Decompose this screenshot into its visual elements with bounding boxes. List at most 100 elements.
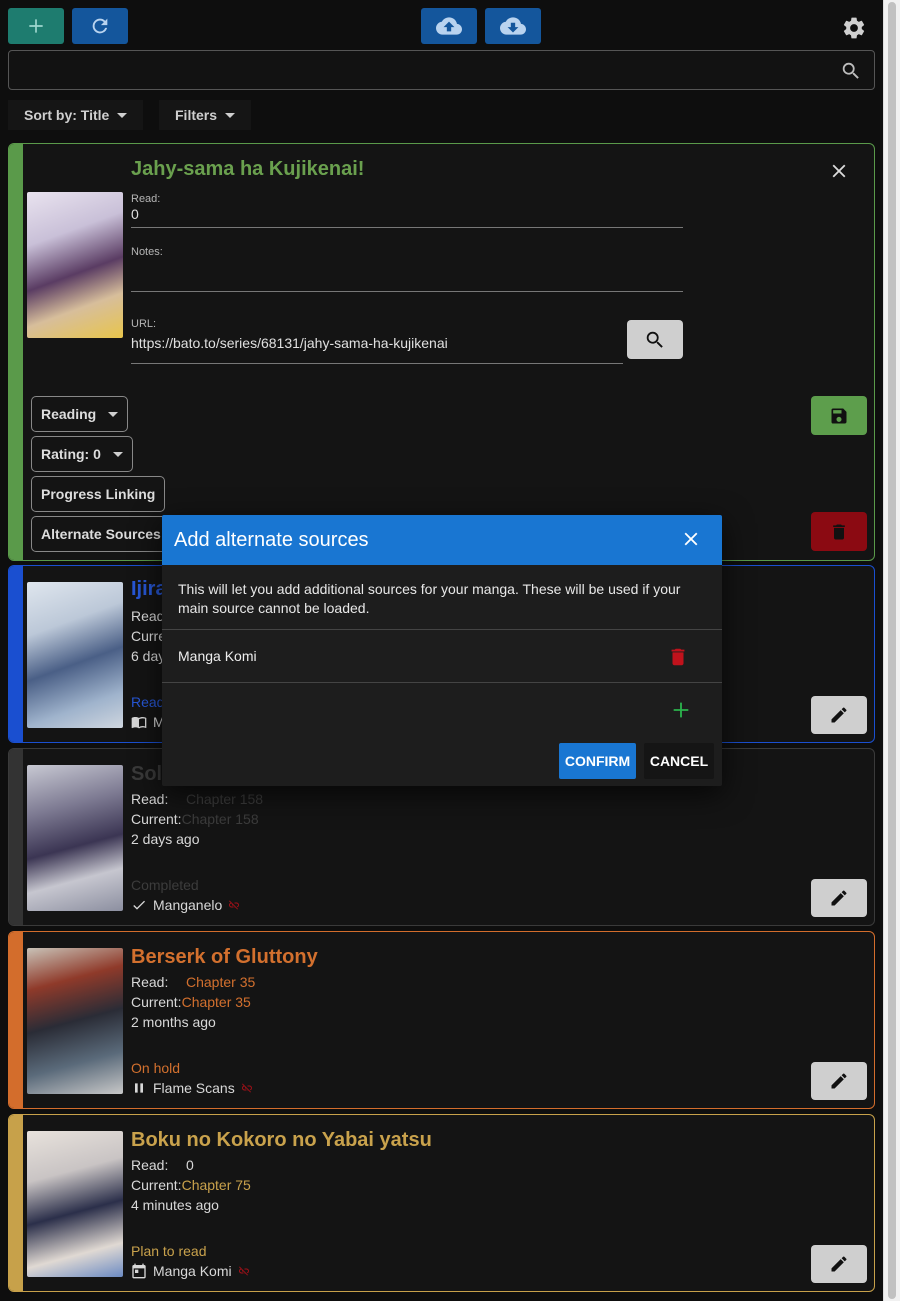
add-source-icon[interactable]	[670, 699, 692, 721]
link-off-icon	[238, 1266, 249, 1276]
notes-field-underline	[131, 291, 683, 292]
page-scrollbar[interactable]	[883, 0, 900, 1301]
delete-manga-button[interactable]	[811, 512, 867, 551]
trash-icon[interactable]	[667, 646, 689, 668]
dialog-title: Add alternate sources	[174, 528, 369, 551]
edit-button[interactable]	[811, 696, 867, 734]
close-icon[interactable]	[828, 160, 850, 182]
status-select[interactable]: Reading	[31, 396, 129, 432]
status-stripe	[9, 566, 23, 742]
save-icon	[831, 408, 847, 423]
plus-icon	[29, 19, 43, 33]
close-icon[interactable]	[680, 528, 702, 550]
manga-title: Boku no Kokoro no Yabai yatsu	[131, 1129, 432, 1151]
dialog-description: This will let you add additional sources…	[178, 581, 681, 616]
current-line: Current:Chapter 75	[131, 1177, 251, 1193]
read-value: Chapter 158	[186, 791, 264, 807]
pause-icon	[135, 1083, 143, 1093]
rating-select-label: Rating: 0	[41, 446, 101, 462]
current-value: Chapter 158	[181, 811, 259, 827]
sort-filter-row: Sort by: Title Filters	[0, 100, 883, 130]
alternate-sources-button[interactable]: Alternate Sources	[31, 516, 171, 552]
read-label: Read	[131, 608, 165, 624]
manga-cover	[27, 192, 123, 338]
read-line: Read: Chapter 35	[131, 974, 255, 990]
divider	[162, 682, 722, 683]
add-manga-button[interactable]	[8, 8, 64, 44]
current-label: Current:	[131, 1177, 182, 1193]
refresh-button[interactable]	[72, 8, 128, 44]
dialog-header: Add alternate sources	[162, 515, 722, 565]
cancel-button[interactable]: CANCEL	[644, 743, 714, 779]
cloud-download-icon	[500, 17, 526, 35]
current-line: Curre	[131, 628, 166, 644]
scrollbar-thumb[interactable]	[888, 2, 896, 1299]
chevron-down-icon	[225, 112, 236, 118]
trash-icon	[833, 524, 845, 539]
url-search-button[interactable]	[627, 320, 683, 359]
source-name: Manga Komi	[153, 1263, 232, 1279]
current-line: Current:Chapter 158	[131, 811, 259, 827]
book-icon	[131, 717, 147, 729]
progress-linking-button[interactable]: Progress Linking	[31, 476, 166, 512]
chevron-down-icon	[117, 112, 128, 118]
read-value: Chapter 35	[186, 974, 256, 990]
url-field[interactable]: https://bato.to/series/68131/jahy-sama-h…	[131, 335, 448, 351]
edit-button[interactable]	[811, 1245, 867, 1283]
read-field-label: Read:	[131, 193, 161, 205]
url-field-underline	[131, 363, 623, 364]
reading-status: Plan to read	[131, 1243, 207, 1259]
save-button[interactable]	[811, 396, 867, 435]
edit-button[interactable]	[811, 879, 867, 917]
manga-card-editing: Jahy-sama ha Kujikenai! Read: 0 Notes: U…	[8, 143, 875, 561]
reading-status: Read	[131, 694, 165, 710]
pencil-icon	[831, 1256, 847, 1272]
edit-button[interactable]	[811, 1062, 867, 1100]
current-label: Current:	[131, 811, 182, 827]
source-list-item: Manga Komi	[162, 629, 722, 682]
read-field-underline	[131, 227, 683, 228]
status-select-label: Reading	[41, 406, 97, 422]
sort-label: Sort by: Title	[24, 107, 110, 123]
chevron-down-icon	[108, 411, 119, 417]
confirm-button[interactable]: CONFIRM	[559, 743, 636, 779]
current-value: Chapter 75	[181, 1177, 251, 1193]
source-line: Manganelo	[131, 897, 240, 913]
read-label: Read:	[131, 1157, 169, 1173]
link-off-icon	[229, 900, 240, 910]
manga-title: Jahy-sama ha Kujikenai!	[131, 158, 365, 180]
chevron-down-icon	[112, 451, 123, 457]
current-label: Curre	[131, 628, 167, 644]
current-label: Current:	[131, 994, 182, 1010]
manga-cover	[27, 765, 123, 911]
read-field[interactable]: 0	[131, 206, 139, 222]
updated-time: 2 months ago	[131, 1014, 216, 1030]
source-line: Flame Scans	[131, 1080, 253, 1096]
alternate-sources-dialog: Add alternate sources This will let you …	[162, 515, 722, 786]
source-name: Flame Scans	[153, 1080, 235, 1096]
manga-card: Boku no Kokoro no Yabai yatsu Read: 0 Cur…	[8, 1114, 875, 1292]
notes-field-label: Notes:	[131, 246, 163, 258]
pencil-icon	[831, 707, 847, 723]
search-icon[interactable]	[840, 60, 862, 82]
pencil-icon	[831, 890, 847, 906]
refresh-icon	[92, 18, 108, 34]
gear-icon[interactable]	[841, 15, 867, 41]
current-line: Current:Chapter 35	[131, 994, 251, 1010]
read-value: 0	[186, 1157, 194, 1173]
read-label: Read:	[131, 974, 169, 990]
source-name: Manga Komi	[178, 648, 257, 664]
check-icon	[133, 900, 145, 910]
download-button[interactable]	[485, 8, 541, 44]
alternate-sources-label: Alternate Sources	[41, 526, 161, 542]
rating-select[interactable]: Rating: 0	[31, 436, 133, 472]
reading-status: On hold	[131, 1060, 181, 1076]
updated-time: 2 days ago	[131, 831, 200, 847]
search-input[interactable]	[8, 50, 875, 90]
upload-button[interactable]	[421, 8, 477, 44]
source-name: Manganelo	[153, 897, 223, 913]
updated-time: 6 day	[131, 648, 166, 664]
sort-dropdown[interactable]: Sort by: Title	[8, 100, 144, 130]
filters-dropdown[interactable]: Filters	[159, 100, 252, 130]
manga-cover	[27, 948, 123, 1094]
